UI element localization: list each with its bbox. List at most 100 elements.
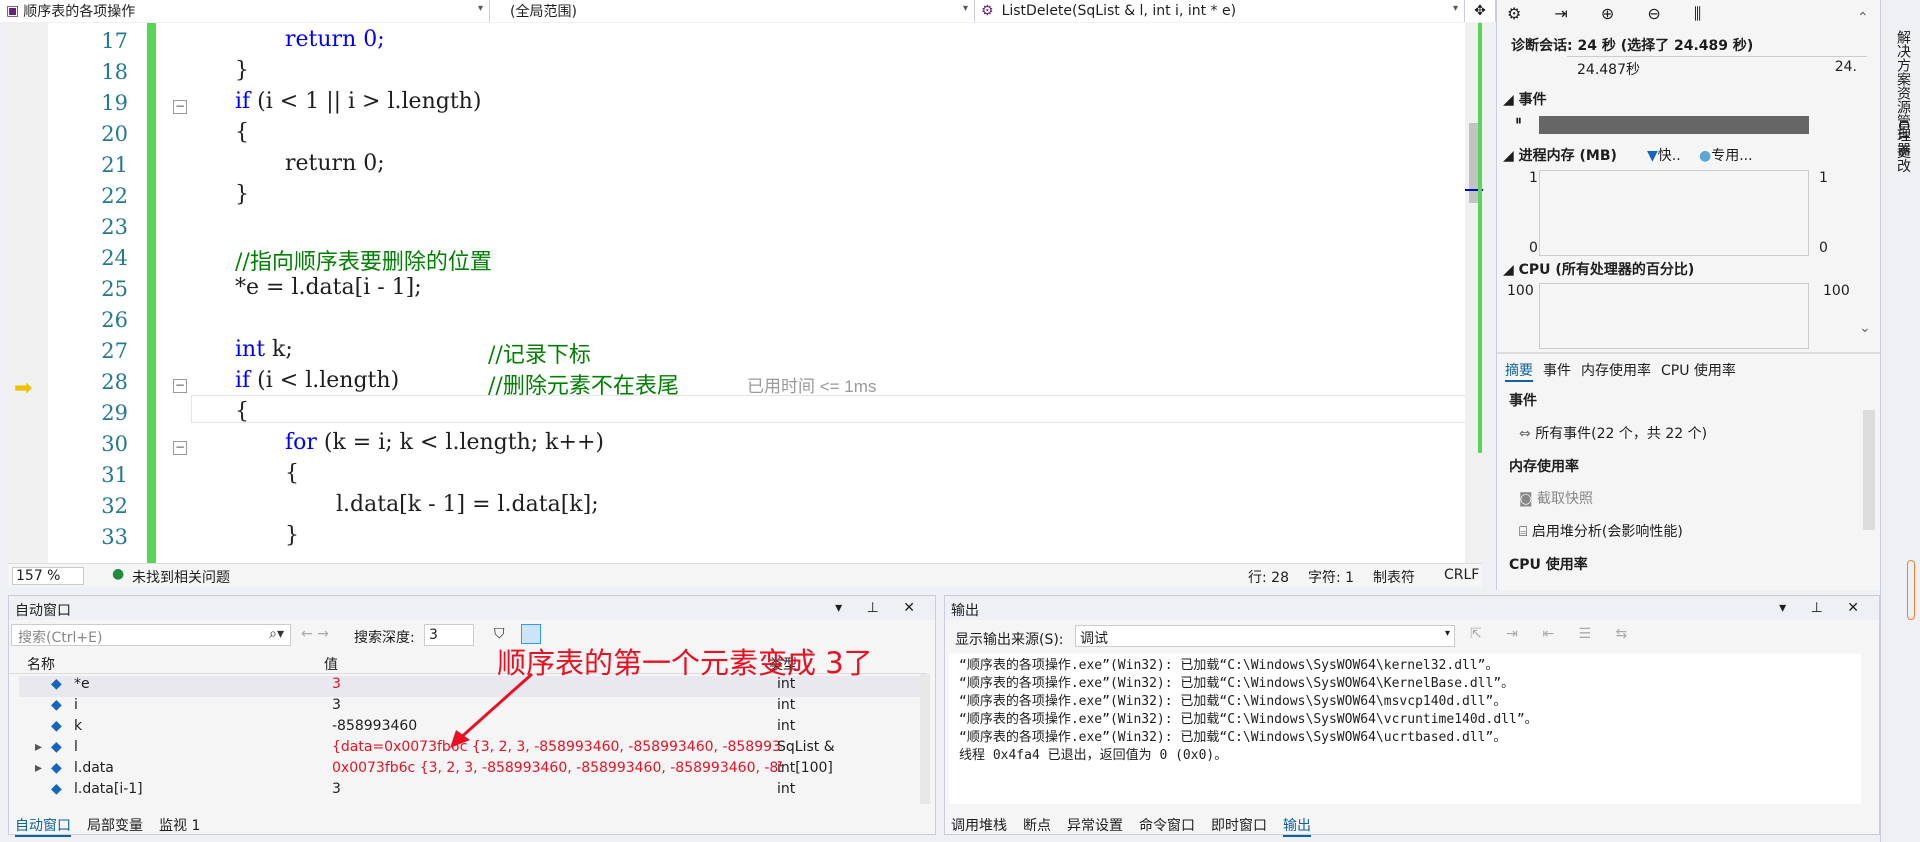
output-toolbar[interactable]: ⇱ ⇥ ⇤ ☰ ⇆ [1470, 626, 1637, 642]
camera-icon: ◙ [1519, 491, 1533, 507]
code-line-24: //指向顺序表要删除的位置 [235, 250, 492, 275]
tab-1[interactable]: 事件 [1543, 360, 1571, 382]
check-icon: ● [112, 566, 125, 582]
code-line-27: int k;//记录下标 [235, 337, 591, 368]
tab-2[interactable]: 监视 1 [159, 815, 200, 837]
line-number: 20 [101, 122, 128, 146]
current-line-highlight [191, 395, 1471, 423]
back-forward-icon[interactable]: ← → [301, 626, 329, 642]
cpu-section[interactable]: ◢ CPU (所有处理器的百分比) [1503, 259, 1694, 279]
line-number: 26 [101, 308, 128, 332]
tab-2[interactable]: 内存使用率 [1581, 360, 1651, 382]
tab-2[interactable]: 异常设置 [1067, 815, 1123, 837]
split-button[interactable]: ✥ [1465, 0, 1496, 22]
snapshot-button[interactable]: ◙ 截取快照 [1519, 488, 1593, 508]
window-controls[interactable]: ▾ ⊥ ✕ [835, 600, 925, 616]
fold-toggle-icon[interactable]: − [173, 379, 187, 393]
timeline-ruler[interactable]: 24.487秒 24. [1567, 56, 1867, 80]
scroll-down-icon[interactable]: ⌄ [1859, 320, 1871, 336]
tab-0[interactable]: 调用堆栈 [951, 815, 1007, 837]
current-statement-arrow-icon: ➡ [14, 376, 33, 401]
autos-tabs: 自动窗口 局部变量 监视 1 [15, 815, 200, 837]
code-line-21: return 0; [285, 151, 385, 176]
line-number: 21 [101, 153, 128, 177]
side-marker [1907, 560, 1915, 620]
output-source-combo[interactable]: 调试 ▾ [1075, 625, 1455, 647]
annotation-arrow-icon [450, 672, 533, 748]
output-tabs: 调用堆栈 断点 异常设置 命令窗口 即时窗口 输出 [951, 815, 1311, 837]
var-value: 3 [332, 697, 341, 713]
window-controls[interactable]: ▾ ⊥ ✕ [1779, 600, 1869, 616]
chevron-down-icon: ▾ [1444, 628, 1450, 639]
variable-icon: ◆ [51, 760, 62, 776]
function-icon: ⚙ [981, 3, 994, 19]
autos-titlebar: 自动窗口 ▾ ⊥ ✕ [9, 596, 935, 620]
var-type: int [777, 781, 796, 797]
line-number: 18 [101, 60, 128, 84]
line-number: 23 [101, 215, 128, 239]
autos-scrollbar[interactable] [920, 674, 930, 804]
output-line: “顺序表的各项操作.exe”(Win32): 已加载“C:\Windows\Sy… [959, 676, 1515, 691]
memory-graph [1539, 170, 1809, 256]
events-bar [1539, 116, 1809, 134]
git-changes-tab[interactable]: Git 更改 [1893, 120, 1913, 173]
cpu-graph [1539, 283, 1809, 349]
events-section[interactable]: ◢ 事件 [1503, 89, 1547, 109]
line-number: 22 [101, 184, 128, 208]
code-editor[interactable]: ➡ 17 18 19 20 21 22 23 24 25 26 27 28 29 30 31 32 33 − −… [8, 23, 1482, 563]
memory-section[interactable]: ◢ 进程内存 (MB) [1503, 145, 1617, 165]
breakpoint-gutter[interactable] [8, 23, 48, 563]
heap-icon: ⌸ [1519, 524, 1528, 540]
depth-combo[interactable]: 3 [424, 624, 474, 646]
project-combo[interactable]: ▣ 顺序表的各项操作 ▾ [0, 0, 490, 22]
editor-status-bar: 157 % ● 未找到相关问题 行: 28 字符: 1 制表符 CRLF [8, 563, 1482, 587]
tab-5[interactable]: 输出 [1283, 815, 1311, 837]
line-number: 25 [101, 277, 128, 301]
pause-icon[interactable]: ⏸ [1515, 113, 1522, 129]
diag-scrollbar[interactable] [1863, 410, 1875, 530]
heap-button[interactable]: ⌸ 启用堆分析(会影响性能) [1519, 521, 1683, 541]
scope-combo[interactable]: (全局范围) ▾ [490, 0, 975, 22]
fold-toggle-icon[interactable]: − [173, 100, 187, 114]
var-type: int[100] [777, 760, 833, 776]
variable-icon: ◆ [51, 676, 62, 692]
eol-indicator[interactable]: CRLF [1444, 567, 1479, 583]
fold-toggle-icon[interactable]: − [173, 441, 187, 455]
all-events-link[interactable]: ⇔ 所有事件(22 个，共 22 个) [1519, 423, 1707, 443]
code-line-33: } [285, 523, 299, 548]
output-titlebar: 输出 ▾ ⊥ ✕ [945, 596, 1879, 620]
output-line: “顺序表的各项操作.exe”(Win32): 已加载“C:\Windows\Sy… [959, 730, 1507, 745]
navigation-bar: ▣ 顺序表的各项操作 ▾ (全局范围) ▾ ⚙ ListDelete(SqList & … [0, 0, 1496, 22]
tab-1[interactable]: 局部变量 [87, 815, 143, 837]
issues-indicator[interactable]: 未找到相关问题 [132, 567, 230, 587]
var-type: SqList & [777, 739, 835, 755]
scroll-up-icon[interactable]: ⌃ [1857, 10, 1869, 26]
line-number: 24 [101, 246, 128, 270]
memory-legend-2: ●专用... [1699, 148, 1753, 164]
diag-toolbar[interactable]: ⚙ ⇥ ⊕ ⊖ ⫼ [1507, 4, 1715, 24]
search-icon: ⌕▾ [269, 626, 284, 642]
autos-row[interactable]: ▸ ◆ l.data 0x0073fb6c {3, 2, 3, -858993460,… [19, 760, 924, 781]
expand-icon[interactable]: ▸ [35, 760, 42, 776]
autos-row[interactable]: ◆ l.data[i-1] 3 int [19, 781, 924, 802]
expand-icon[interactable]: ▸ [35, 739, 42, 755]
line-number: 31 [101, 463, 128, 487]
editor-scrollbar[interactable] [1465, 23, 1483, 563]
variable-icon: ◆ [51, 697, 62, 713]
tab-1[interactable]: 断点 [1023, 815, 1051, 837]
tab-3[interactable]: 命令窗口 [1139, 815, 1195, 837]
tab-4[interactable]: 即时窗口 [1211, 815, 1267, 837]
function-combo[interactable]: ⚙ ListDelete(SqList & l, int i, int * e) ▾ [975, 0, 1465, 22]
tab-0[interactable]: 摘要 [1505, 360, 1533, 382]
tab-indicator[interactable]: 制表符 [1373, 567, 1415, 587]
code-line-29: { [235, 399, 249, 424]
output-text[interactable]: “顺序表的各项操作.exe”(Win32): 已加载“C:\Windows\Sy… [949, 654, 1861, 804]
autos-search-input[interactable]: 搜索(Ctrl+E) ⌕▾ [11, 624, 291, 646]
code-line-28: if (i < l.length)//删除元素不在表尾 已用时间 <= 1ms [235, 368, 877, 399]
zoom-combo[interactable]: 157 % [12, 567, 84, 585]
chevron-down-icon: ▾ [1452, 3, 1458, 14]
tab-3[interactable]: CPU 使用率 [1661, 360, 1736, 382]
change-marker [1478, 23, 1482, 453]
code-line-18: } [235, 58, 249, 83]
tab-0[interactable]: 自动窗口 [15, 815, 71, 837]
